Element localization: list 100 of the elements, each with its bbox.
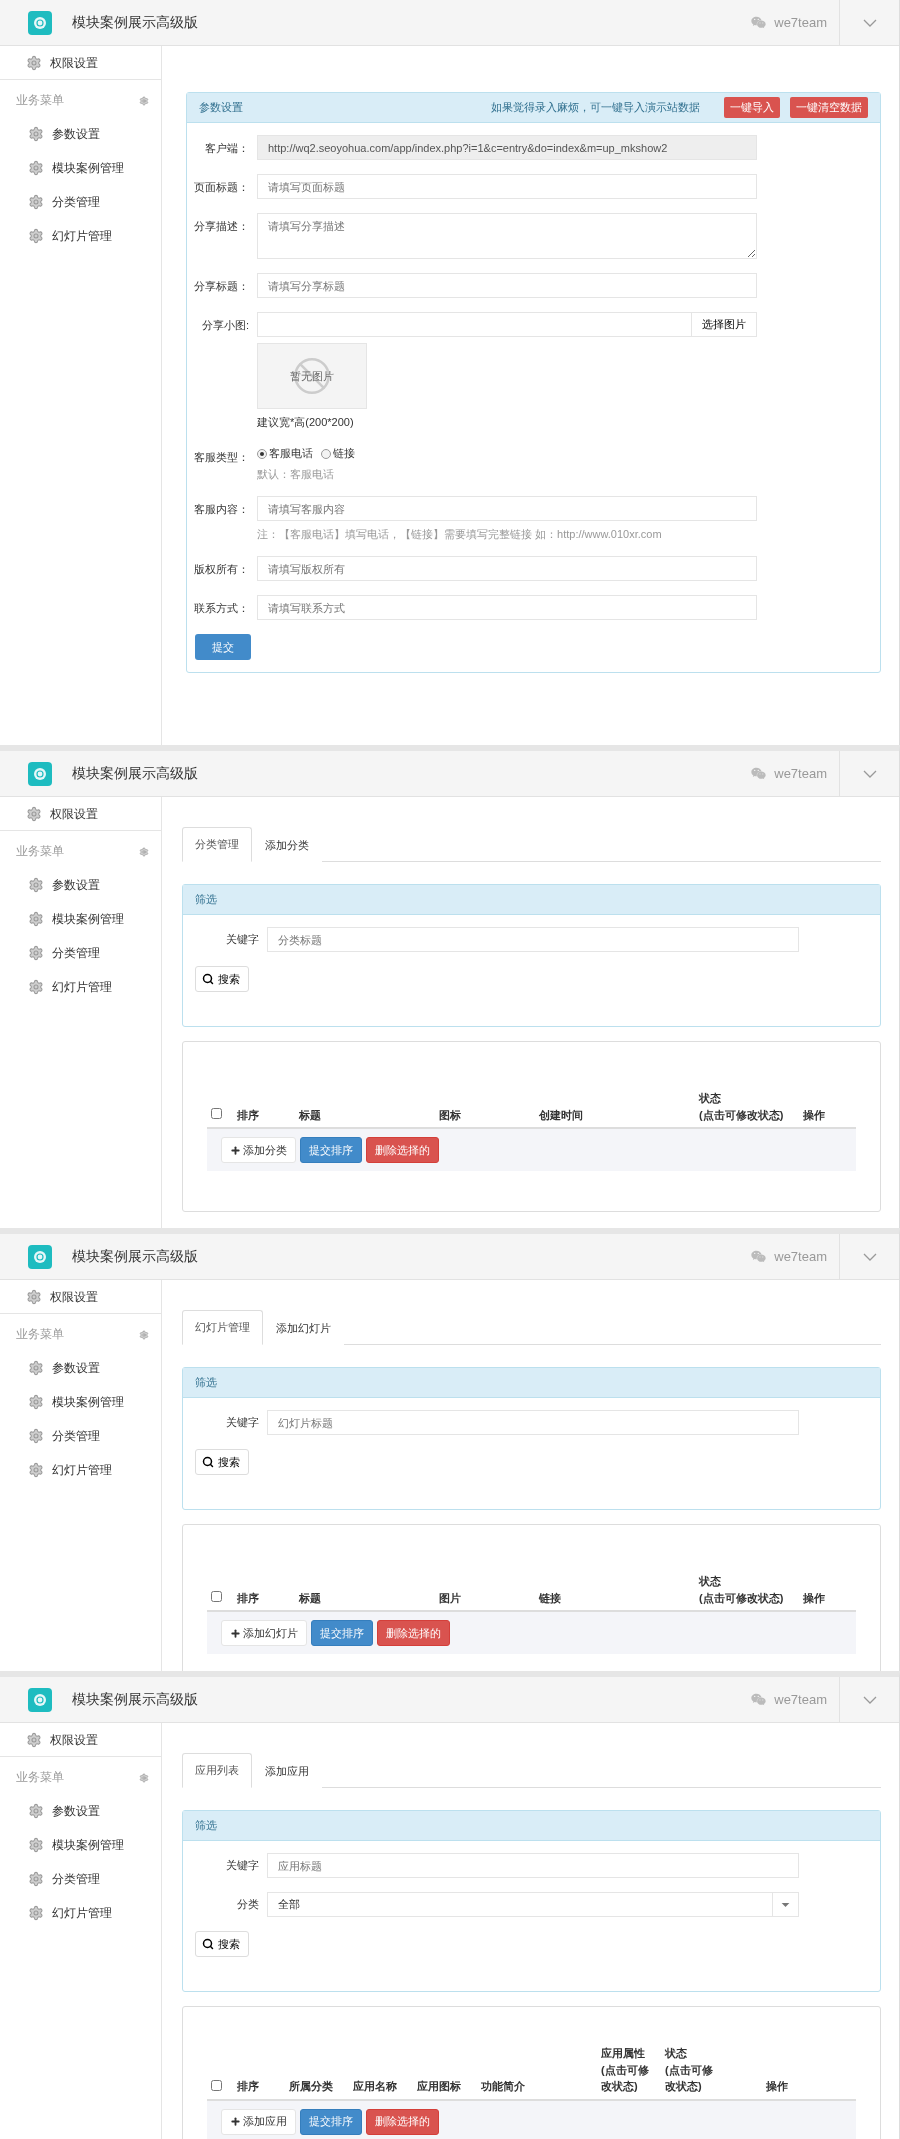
select-all-checkbox[interactable] [211, 1108, 222, 1119]
gear-icon [28, 1360, 44, 1376]
gear-icon [28, 1837, 44, 1853]
sidebar-item[interactable]: 分类管理 [0, 1862, 161, 1896]
input-field[interactable]: 请填写联系方式 [257, 595, 757, 620]
search-button[interactable]: 搜索 [195, 1449, 249, 1475]
field-label: 联系方式： [193, 601, 250, 616]
action-button[interactable]: 删除选择的 [366, 1137, 439, 1163]
wechat-icon [751, 15, 767, 30]
sidebar-item[interactable]: 参数设置 [0, 1351, 161, 1385]
panel-title: 筛选 [195, 1375, 217, 1390]
column-header: 操作 [766, 2079, 789, 2094]
action-button[interactable]: 删除选择的 [377, 1620, 450, 1646]
radio-button[interactable] [257, 448, 267, 459]
sidebar-item[interactable]: 分类管理 [0, 936, 161, 970]
action-button[interactable]: 提交排序 [300, 2108, 362, 2135]
account-name: we7team [774, 1249, 827, 1264]
account-name: we7team [774, 1692, 827, 1707]
app-logo-icon [28, 10, 52, 35]
gear-icon [28, 1428, 44, 1444]
column-header: 所属分类 [289, 2079, 334, 2094]
keyword-field[interactable]: 分类标题 [267, 927, 799, 952]
sidebar-item[interactable]: 权限设置 [0, 797, 161, 831]
sidebar-item[interactable]: 幻灯片管理 [0, 219, 161, 253]
sidebar-item[interactable]: 模块案例管理 [0, 1385, 161, 1419]
column-header: 状态 (点击可修改状态) [699, 1574, 785, 1606]
settings-icon [139, 95, 149, 106]
gear-icon [28, 979, 44, 995]
sidebar-item[interactable]: 参数设置 [0, 1794, 161, 1828]
sidebar-item[interactable]: 幻灯片管理 [0, 970, 161, 1004]
sidebar-item[interactable]: 模块案例管理 [0, 151, 161, 185]
select-all-checkbox[interactable] [211, 2079, 222, 2091]
wechat-icon [751, 1692, 767, 1707]
search-button[interactable]: 搜索 [195, 966, 249, 992]
filter-label: 关键字 [225, 1858, 260, 1873]
textarea-field[interactable]: 请填写分享描述 [257, 213, 757, 259]
input-field[interactable]: 请填写页面标题 [257, 174, 757, 199]
action-button[interactable]: 提交排序 [311, 1620, 373, 1646]
column-header: 链接 [539, 1590, 562, 1606]
plus-icon [230, 1144, 241, 1156]
import-button[interactable]: 一键清空数据 [790, 97, 868, 118]
no-image-icon [292, 356, 332, 396]
sidebar-item[interactable]: 分类管理 [0, 1419, 161, 1453]
sidebar-item[interactable]: 分类管理 [0, 185, 161, 219]
action-button[interactable]: 添加分类 [221, 1137, 296, 1163]
submit-button[interactable]: 提交 [195, 634, 251, 660]
field-label: 分享标题： [193, 279, 250, 294]
column-header: 状态 (点击可修改状态) [699, 1091, 785, 1123]
image-path-field[interactable]: 选择图片 [257, 312, 757, 337]
input-field[interactable]: 请填写分享标题 [257, 273, 757, 298]
plus-icon [230, 1627, 241, 1639]
action-button[interactable]: 添加幻灯片 [221, 1620, 307, 1646]
no-image-text: 暂无图片 [290, 368, 334, 384]
tab[interactable]: 幻灯片管理 [182, 1310, 263, 1345]
tab[interactable]: 分类管理 [182, 827, 252, 862]
category-select[interactable]: 全部 [267, 1892, 799, 1917]
search-icon [202, 1456, 214, 1468]
keyword-field[interactable]: 应用标题 [267, 1853, 799, 1878]
column-header: 标题 [299, 1590, 322, 1606]
account-name: we7team [774, 15, 827, 30]
column-header: 应用名称 [353, 2079, 398, 2094]
input-field[interactable]: 请填写版权所有 [257, 556, 757, 581]
sidebar-item[interactable]: 幻灯片管理 [0, 1896, 161, 1930]
action-button[interactable]: 提交排序 [300, 1137, 362, 1163]
sidebar-item[interactable]: 参数设置 [0, 868, 161, 902]
radio-option[interactable]: 链接 [321, 446, 355, 461]
sidebar-item[interactable]: 参数设置 [0, 117, 161, 151]
account-name: we7team [774, 766, 827, 781]
help-text: 默认：客服电话 [257, 467, 335, 482]
action-button[interactable]: 添加应用 [221, 2108, 296, 2135]
radio-option[interactable]: 客服电话 [257, 446, 313, 461]
keyword-field[interactable]: 幻灯片标题 [267, 1410, 799, 1435]
gear-icon [26, 55, 42, 71]
column-header: 排序 [237, 1107, 260, 1123]
settings-icon [139, 1329, 149, 1340]
sidebar-item[interactable]: 权限设置 [0, 1723, 161, 1757]
panel-hint: 如果觉得录入麻烦，可一键导入演示站数据 [491, 100, 700, 115]
column-header: 操作 [803, 1107, 826, 1123]
chevron-down-icon [862, 18, 877, 27]
input-field[interactable]: 请填写客服内容 [257, 496, 757, 521]
sidebar-item[interactable]: 权限设置 [0, 46, 161, 80]
app-title: 模块案例展示高级版 [72, 764, 198, 783]
gear-icon [28, 1871, 44, 1887]
app-title: 模块案例展示高级版 [72, 1690, 198, 1709]
sidebar-item[interactable]: 幻灯片管理 [0, 1453, 161, 1487]
field-label: 客服类型： [193, 450, 250, 465]
column-header: 功能简介 [481, 2079, 526, 2094]
panel-title: 筛选 [195, 1818, 217, 1833]
action-button[interactable]: 删除选择的 [366, 2108, 439, 2135]
import-button[interactable]: 一键导入 [724, 97, 780, 118]
sidebar-item[interactable]: 模块案例管理 [0, 1828, 161, 1862]
gear-icon [28, 1394, 44, 1410]
column-header: 排序 [237, 1590, 260, 1606]
tab[interactable]: 应用列表 [182, 1753, 252, 1788]
radio-button[interactable] [321, 448, 331, 459]
search-button[interactable]: 搜索 [195, 1931, 249, 1957]
plus-icon [230, 2116, 241, 2127]
sidebar-item[interactable]: 模块案例管理 [0, 902, 161, 936]
select-all-checkbox[interactable] [211, 1591, 222, 1602]
sidebar-item[interactable]: 权限设置 [0, 1280, 161, 1314]
